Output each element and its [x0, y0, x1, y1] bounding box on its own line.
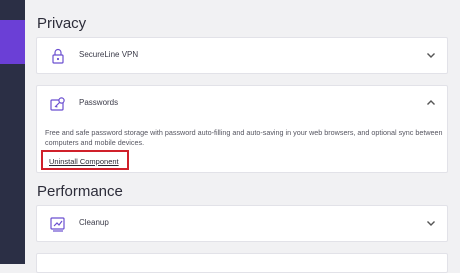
passwords-card-header[interactable]: Passwords — [37, 86, 447, 122]
cleanup-card[interactable]: Cleanup — [36, 205, 448, 242]
password-key-icon — [48, 94, 68, 114]
next-card[interactable] — [36, 253, 448, 273]
vpn-label: SecureLine VPN — [79, 50, 139, 59]
cleanup-card-header[interactable]: Cleanup — [37, 206, 447, 242]
passwords-label: Passwords — [79, 98, 119, 107]
uninstall-highlight-box: Uninstall Component — [41, 150, 129, 170]
main-content: Privacy SecureLine VPN Passwords Free an… — [25, 0, 460, 273]
cleanup-icon — [48, 214, 68, 234]
lock-icon — [48, 46, 68, 66]
passwords-description: Free and safe password storage with pass… — [45, 128, 443, 147]
chevron-up-icon[interactable] — [424, 96, 438, 110]
uninstall-component-link[interactable]: Uninstall Component — [49, 157, 119, 166]
vpn-card-header[interactable]: SecureLine VPN — [37, 38, 447, 74]
passwords-card: Passwords Free and safe password storage… — [36, 85, 448, 173]
performance-title: Performance — [37, 183, 123, 200]
cleanup-label: Cleanup — [79, 218, 109, 227]
vpn-card[interactable]: SecureLine VPN — [36, 37, 448, 74]
sidebar — [0, 0, 25, 264]
sidebar-active-item[interactable] — [0, 20, 25, 64]
privacy-title: Privacy — [37, 15, 87, 32]
chevron-down-icon[interactable] — [424, 48, 438, 62]
chevron-down-icon[interactable] — [424, 216, 438, 230]
